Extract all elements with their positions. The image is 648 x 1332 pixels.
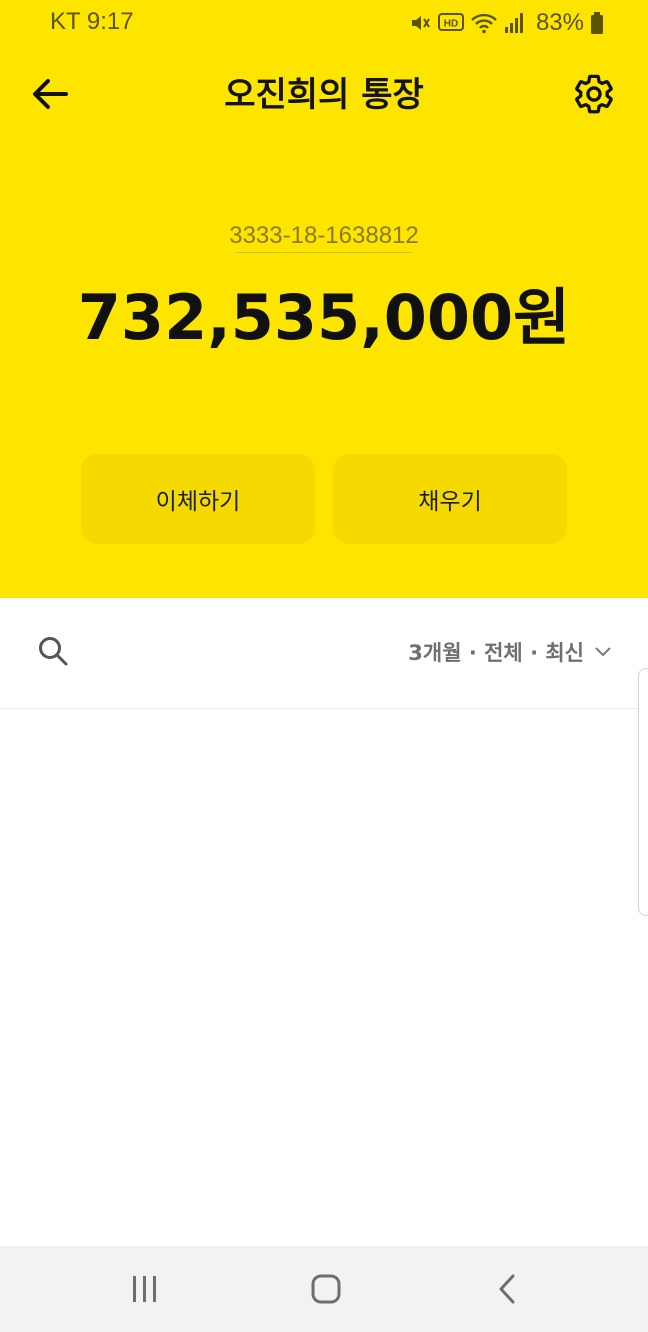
svg-text:HD: HD: [444, 19, 458, 30]
transfer-button-label: 이체하기: [155, 489, 241, 515]
filter-dropdown[interactable]: 3개월 · 전체 · 최신: [408, 634, 612, 670]
recents-icon: [133, 1276, 156, 1302]
account-number-underline: [236, 252, 412, 253]
signal-icon: [504, 13, 523, 33]
recents-button[interactable]: [115, 1264, 175, 1314]
home-icon: [311, 1274, 341, 1304]
battery-percent: 83%: [535, 9, 584, 36]
battery-icon: [591, 12, 603, 34]
fill-button-label: 채우기: [418, 489, 482, 515]
account-header: KT 9:17 HD 83% 오진희의 통장 3333-18-1638812 7…: [0, 0, 648, 598]
transfer-button[interactable]: 이체하기: [81, 454, 315, 544]
system-navigation-bar: [0, 1246, 648, 1332]
system-back-button[interactable]: [478, 1264, 538, 1314]
search-icon: [39, 637, 68, 666]
search-button[interactable]: [28, 626, 78, 676]
wifi-icon: [471, 13, 497, 34]
status-bar: KT 9:17 HD 83%: [0, 0, 648, 48]
account-balance: 732,535,000원: [77, 281, 571, 354]
gear-icon: [575, 74, 613, 114]
page-title: 오진희의 통장: [224, 75, 424, 115]
settings-button[interactable]: [564, 64, 624, 124]
account-number[interactable]: 3333-18-1638812: [0, 218, 648, 254]
fill-button[interactable]: 채우기: [333, 454, 567, 544]
chevron-down-icon: [595, 647, 611, 657]
filter-label: 3개월 · 전체 · 최신: [408, 641, 584, 665]
home-button[interactable]: [296, 1264, 356, 1314]
status-icons: HD 83%: [408, 8, 604, 38]
back-icon: [499, 1274, 515, 1304]
transaction-toolbar: 3개월 · 전체 · 최신: [0, 598, 648, 709]
carrier-time: KT 9:17: [50, 8, 134, 35]
edge-panel-handle[interactable]: [638, 668, 648, 916]
hd-icon: HD: [437, 13, 464, 31]
mute-icon: [411, 16, 430, 30]
